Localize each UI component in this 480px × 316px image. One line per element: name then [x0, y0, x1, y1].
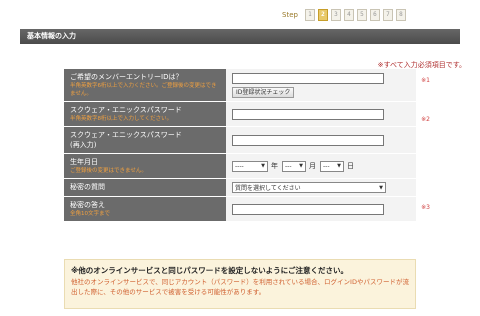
- field-input-cell: ---- ▼ 年 --- ▼ 月 --- ▼ 日: [226, 153, 416, 179]
- required-marker-3: ※3: [421, 204, 430, 211]
- secret-question-select[interactable]: 質問を選択してください ▼: [232, 182, 386, 193]
- step-indicator: Step 1 2 3 4 5 6 7 8: [282, 8, 406, 22]
- id-check-button[interactable]: ID登録状況チェック: [232, 86, 295, 98]
- notice-body: 他社のオンラインサービスで、同じアカウント（パスワード）を利用されている場合、ロ…: [71, 278, 409, 296]
- section-header: 基本情報の入力: [20, 29, 460, 44]
- birth-day-select[interactable]: --- ▼: [320, 160, 344, 172]
- password-input[interactable]: [232, 108, 384, 120]
- year-unit: 年: [271, 162, 278, 170]
- form-row-secret-question: 秘密の質問 質問を選択してください ▼: [64, 178, 416, 197]
- dropdown-arrow-icon: ▼: [379, 184, 383, 191]
- birthdate-selects: ---- ▼ 年 --- ▼ 月 --- ▼ 日: [232, 160, 410, 172]
- field-input-cell: ※2: [226, 101, 430, 127]
- field-label-cell: スクウェア・エニックスパスワード 半角英数字8桁以上で入力してください。: [64, 101, 226, 127]
- field-label-cell: 秘密の答え 全角10文字まで: [64, 196, 226, 222]
- member-id-label: ご希望のメンバーエントリーIDは？: [70, 73, 183, 81]
- dropdown-arrow-icon: ▼: [299, 163, 303, 169]
- day-unit: 日: [347, 162, 354, 170]
- step-label: Step: [282, 11, 298, 19]
- dropdown-arrow-icon: ▼: [337, 163, 341, 169]
- step-3: 3: [330, 9, 341, 21]
- required-marker-1: ※1: [421, 77, 430, 84]
- step-4: 4: [343, 9, 354, 21]
- step-1: 1: [304, 9, 315, 21]
- field-label-cell: 生年月日 ご登録後の変更はできません。: [64, 153, 226, 179]
- form-row-birthdate: 生年月日 ご登録後の変更はできません。 ---- ▼ 年 --- ▼ 月 ---…: [64, 153, 416, 179]
- month-unit: 月: [309, 162, 316, 170]
- field-input-cell: 質問を選択してください ▼: [226, 178, 416, 197]
- member-id-note: 半角英数字6桁以上で入力ください。ご登録後の変更はできません。: [70, 83, 217, 97]
- secret-answer-input[interactable]: [232, 203, 384, 215]
- step-7: 7: [382, 9, 393, 21]
- field-input-cell: ID登録状況チェック ※1: [226, 69, 430, 102]
- birth-month-value: ---: [285, 162, 292, 170]
- form-row-secret-answer: 秘密の答え 全角10文字まで ※3: [64, 196, 430, 222]
- form-row-member-id: ご希望のメンバーエントリーIDは？ 半角英数字6桁以上で入力ください。ご登録後の…: [64, 69, 430, 102]
- step-6: 6: [369, 9, 380, 21]
- member-id-input[interactable]: [232, 72, 384, 84]
- password-label: スクウェア・エニックスパスワード: [70, 106, 182, 114]
- secret-question-label: 秘密の質問: [70, 183, 105, 191]
- secret-answer-note: 全角10文字まで: [70, 211, 110, 217]
- field-input-cell: [226, 126, 416, 154]
- password-confirm-label: スクウェア・エニックスパスワード: [70, 131, 182, 139]
- field-label-cell: ご希望のメンバーエントリーIDは？ 半角英数字6桁以上で入力ください。ご登録後の…: [64, 69, 226, 102]
- dropdown-arrow-icon: ▼: [261, 163, 265, 169]
- field-label-cell: 秘密の質問: [64, 178, 226, 197]
- field-label-cell: スクウェア・エニックスパスワード (再入力): [64, 126, 226, 154]
- secret-answer-label: 秘密の答え: [70, 201, 105, 209]
- birthdate-note: ご登録後の変更はできません。: [70, 168, 147, 174]
- step-8: 8: [395, 9, 406, 21]
- birth-year-value: ----: [235, 162, 244, 170]
- form-row-password: スクウェア・エニックスパスワード 半角英数字8桁以上で入力してください。 ※2: [64, 101, 430, 127]
- birth-year-select[interactable]: ---- ▼: [232, 160, 268, 172]
- step-5: 5: [356, 9, 367, 21]
- required-marker-2: ※2: [421, 116, 430, 123]
- step-2-current: 2: [317, 9, 328, 21]
- birth-day-value: ---: [323, 162, 330, 170]
- secret-question-value: 質問を選択してください: [235, 185, 301, 192]
- birthdate-label: 生年月日: [70, 158, 98, 166]
- notice-title: ※他のオンラインサービスと同じパスワードを設定しないようにご注意ください。: [71, 266, 348, 275]
- password-note: 半角英数字8桁以上で入力してください。: [70, 116, 173, 122]
- form-row-password-confirm: スクウェア・エニックスパスワード (再入力): [64, 126, 416, 154]
- birth-month-select[interactable]: --- ▼: [282, 160, 306, 172]
- password-warning-notice: ※他のオンラインサービスと同じパスワードを設定しないようにご注意ください。 他社…: [64, 259, 416, 309]
- field-input-cell: ※3: [226, 196, 430, 222]
- registration-form: ご希望のメンバーエントリーIDは？ 半角英数字6桁以上で入力ください。ご登録後の…: [64, 69, 430, 222]
- password-confirm-input[interactable]: [232, 134, 384, 146]
- password-confirm-sublabel: (再入力): [70, 141, 97, 149]
